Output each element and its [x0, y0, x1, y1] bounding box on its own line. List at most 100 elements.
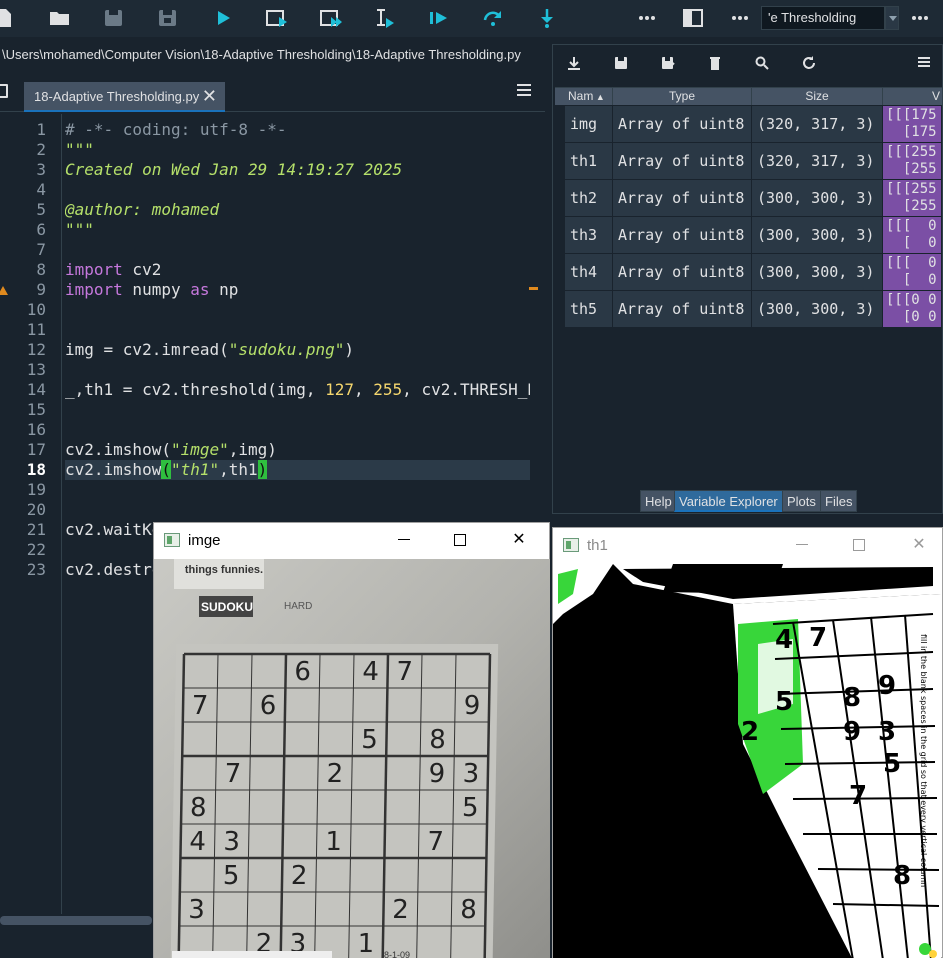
close-icon[interactable]: ✕: [505, 527, 533, 553]
table-row[interactable]: th2 Array of uint8 (300, 300, 3) [[[255 [25…: [555, 180, 942, 217]
table-row[interactable]: th3 Array of uint8 (300, 300, 3)[[[ 0 [ 0: [555, 217, 942, 254]
variable-size-cell[interactable]: (300, 300, 3): [752, 291, 883, 327]
tab-files[interactable]: Files: [820, 490, 858, 512]
table-row[interactable]: img Array of uint8 (320, 317, 3) [[[175 [17…: [555, 106, 942, 143]
window-titlebar[interactable]: imge ✕: [154, 523, 549, 557]
close-icon[interactable]: ✕: [202, 87, 217, 105]
run-cell-advance-icon[interactable]: [319, 7, 343, 29]
svg-text:fill in the blank spaces in th: fill in the blank spaces in the grid so …: [919, 634, 928, 887]
variable-type-cell[interactable]: Array of uint8: [613, 254, 752, 290]
save-all-icon[interactable]: [156, 7, 180, 29]
column-header-type[interactable]: Type: [613, 88, 752, 105]
line-number: 18: [26, 460, 46, 479]
hamburger-menu-icon[interactable]: [918, 57, 930, 67]
sudoku-digit: 6: [260, 691, 277, 721]
table-row[interactable]: th5 Array of uint8 (300, 300, 3) [[[0 0 [0 …: [555, 291, 942, 328]
hamburger-menu-icon[interactable]: [517, 84, 531, 96]
line-number: 22: [26, 540, 46, 559]
minimize-icon[interactable]: [788, 532, 816, 558]
variable-name-cell[interactable]: th1: [565, 143, 613, 179]
run-selection-icon[interactable]: [373, 7, 397, 29]
run-cell-icon[interactable]: [265, 7, 289, 29]
main-toolbar: 'e Thresholding: [0, 0, 943, 37]
close-icon[interactable]: ✕: [905, 532, 933, 558]
menu-icon[interactable]: [908, 7, 932, 29]
opencv-window-icon: [164, 533, 180, 547]
line-number: 4: [36, 180, 46, 199]
variable-value-cell[interactable]: [[[0 0 [0 0: [883, 291, 942, 327]
variable-size-cell[interactable]: (320, 317, 3): [752, 143, 883, 179]
value-line-1: [[[175: [886, 107, 937, 123]
threshold-digit: 5: [775, 687, 793, 717]
layout-selector-input[interactable]: 'e Thresholding: [761, 6, 885, 30]
tab-help[interactable]: Help: [640, 490, 677, 512]
sudoku-digit: 1: [357, 929, 374, 958]
variable-explorer-toolbar: [553, 45, 942, 81]
variable-value-cell[interactable]: [[[255 [255: [883, 180, 942, 216]
variable-value-cell[interactable]: [[[255 [255: [883, 143, 942, 179]
imge-window[interactable]: imge ✕ things funnies. SUDOKU HARD 64776…: [153, 522, 550, 958]
search-icon[interactable]: [754, 55, 770, 71]
threshold-digit: 4: [775, 625, 793, 655]
step-into-icon[interactable]: [535, 7, 559, 29]
variable-name-cell[interactable]: img: [565, 106, 613, 142]
tab-label: 18-Adaptive Thresholding.py: [34, 89, 200, 104]
column-header-value[interactable]: V: [883, 88, 942, 105]
sudoku-digit: 7: [396, 657, 413, 687]
line-number: 17: [26, 440, 46, 459]
debug-icon[interactable]: [427, 7, 451, 29]
more-icon[interactable]: [635, 7, 659, 29]
variable-type-cell[interactable]: Array of uint8: [613, 180, 752, 216]
save-data-icon[interactable]: [613, 55, 629, 71]
variable-size-cell[interactable]: (300, 300, 3): [752, 217, 883, 253]
maximize-icon[interactable]: [446, 527, 474, 553]
step-over-icon[interactable]: [481, 7, 505, 29]
table-row[interactable]: th1 Array of uint8 (320, 317, 3) [[[255 [25…: [555, 143, 942, 180]
maximize-icon[interactable]: [845, 532, 873, 558]
column-header-name[interactable]: Nam ▲: [565, 88, 613, 105]
variable-name-cell[interactable]: th5: [565, 291, 613, 327]
refresh-icon[interactable]: [801, 55, 817, 71]
variable-value-cell[interactable]: [[[ 0 [ 0: [883, 254, 942, 290]
editor-tab-bar: 18-Adaptive Thresholding.py ✕: [0, 76, 545, 112]
run-icon[interactable]: [211, 7, 235, 29]
pane-toggle-icon[interactable]: [681, 7, 705, 29]
warning-icon[interactable]: [0, 286, 8, 295]
tab-plots[interactable]: Plots: [782, 490, 821, 512]
variable-size-cell[interactable]: (300, 300, 3): [752, 180, 883, 216]
line-number: 2: [36, 140, 46, 159]
remove-all-variables-icon[interactable]: [707, 55, 723, 71]
import-data-icon[interactable]: [566, 55, 582, 71]
variable-name-cell[interactable]: th4: [565, 254, 613, 290]
variable-size-cell[interactable]: (320, 317, 3): [752, 106, 883, 142]
chevron-down-icon[interactable]: [885, 6, 899, 30]
editor-horizontal-scrollbar[interactable]: [0, 916, 152, 925]
new-file-icon[interactable]: [0, 7, 18, 29]
variable-type-cell[interactable]: Array of uint8: [613, 291, 752, 327]
table-row[interactable]: th4 Array of uint8 (300, 300, 3)[[[ 0 [ 0: [555, 254, 942, 291]
th1-window[interactable]: th1 ✕ 47958293578 fill in the blank spac…: [552, 527, 943, 958]
threshold-digit: 5: [883, 749, 901, 779]
variable-value-cell[interactable]: [[[ 0 [ 0: [883, 217, 942, 253]
line-number: 7: [36, 240, 46, 259]
column-header-size[interactable]: Size: [752, 88, 883, 105]
variable-size-cell[interactable]: (300, 300, 3): [752, 254, 883, 290]
tab-variable-explorer[interactable]: Variable Explorer: [674, 490, 783, 512]
code-line-5: @author: mohamed: [65, 200, 220, 219]
threshold-digit: 3: [878, 717, 896, 747]
minimize-icon[interactable]: [390, 527, 418, 553]
open-folder-icon[interactable]: [48, 7, 72, 29]
more-icon-2[interactable]: [728, 7, 752, 29]
save-icon[interactable]: [102, 7, 126, 29]
variable-name-cell[interactable]: th3: [565, 217, 613, 253]
tab-editor-file[interactable]: 18-Adaptive Thresholding.py ✕: [24, 82, 225, 112]
save-data-as-icon[interactable]: [660, 55, 676, 71]
variable-name-cell[interactable]: th2: [565, 180, 613, 216]
code-line-6: """: [65, 220, 94, 239]
file-icon: [0, 84, 8, 98]
variable-type-cell[interactable]: Array of uint8: [613, 143, 752, 179]
window-titlebar[interactable]: th1 ✕: [553, 528, 942, 562]
variable-type-cell[interactable]: Array of uint8: [613, 106, 752, 142]
variable-value-cell[interactable]: [[[175 [175: [883, 106, 942, 142]
variable-type-cell[interactable]: Array of uint8: [613, 217, 752, 253]
